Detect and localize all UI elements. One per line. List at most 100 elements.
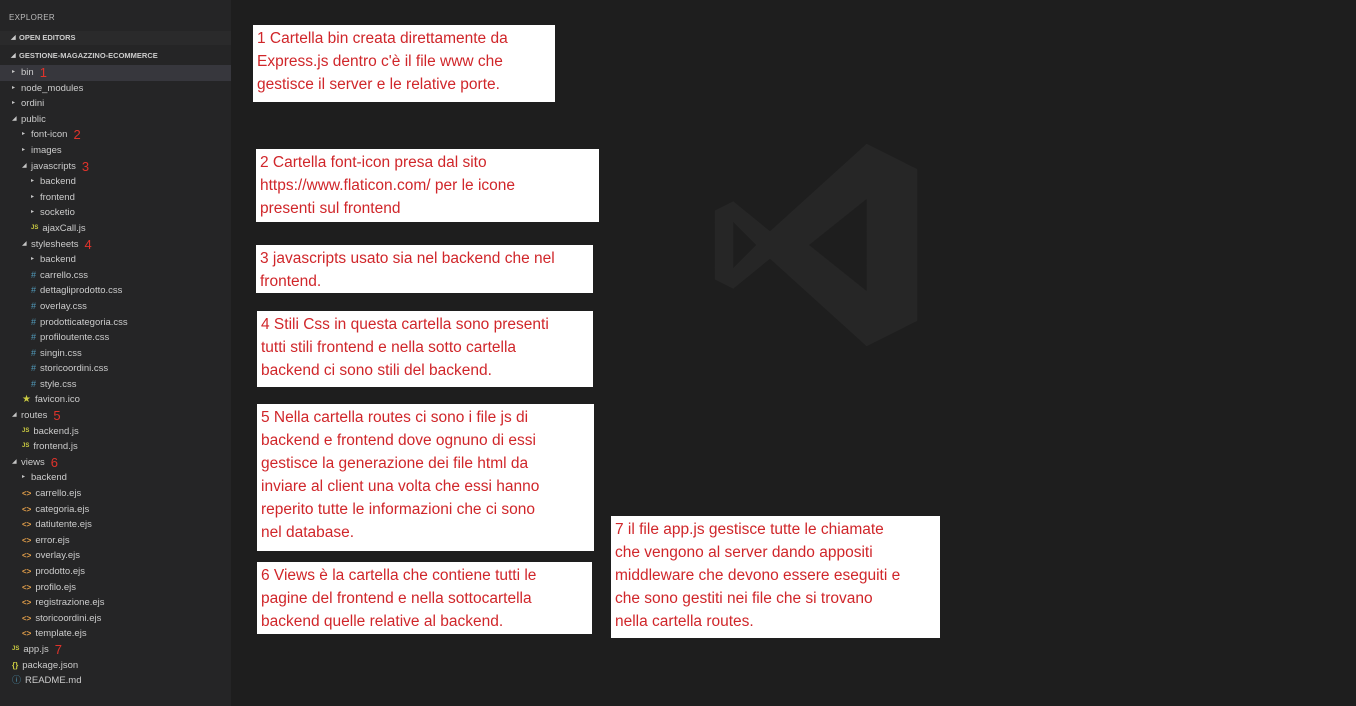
annotation-line: 3 javascripts usato sia nel backend che … <box>260 250 555 267</box>
tree-item[interactable]: ◢ routes 5 <box>0 408 231 424</box>
tree-item[interactable]: JS frontend.js <box>0 439 231 455</box>
ejs-file-icon: <> <box>22 535 32 545</box>
tree-item[interactable]: ◢ stylesheets 4 <box>0 237 231 253</box>
tree-item[interactable]: <> carrello.ejs <box>0 486 231 502</box>
explorer-title: EXPLORER <box>9 13 55 22</box>
tree-item[interactable]: ▸ backend <box>0 470 231 486</box>
tree-item-label: ordini <box>21 98 45 110</box>
tree-item[interactable]: ▸ backend <box>0 174 231 190</box>
tree-item-label: node_modules <box>21 82 84 94</box>
tree-item-label: registrazione.ejs <box>35 597 105 609</box>
tree-item[interactable]: # overlay.css <box>0 299 231 315</box>
css-file-icon: # <box>31 378 37 389</box>
css-file-icon: # <box>31 269 37 280</box>
tree-item-label: frontend.js <box>33 441 78 453</box>
info-file-icon: ⓘ <box>12 675 22 686</box>
tree-item[interactable]: # singin.css <box>0 346 231 362</box>
tree-item[interactable]: <> prodotto.ejs <box>0 564 231 580</box>
annotation-line: backend e frontend dove ognuno di essi <box>261 432 536 449</box>
annotation-line: pagine del frontend e nella sottocartell… <box>261 590 532 607</box>
annotation-number: 4 <box>84 236 92 252</box>
tree-item-label: javascripts <box>31 160 76 172</box>
annotation-number: 2 <box>73 127 81 143</box>
tree-item[interactable]: JS app.js 7 <box>0 642 231 658</box>
tree-item[interactable]: <> categoria.ejs <box>0 502 231 518</box>
chevron-right-icon: ▸ <box>22 146 26 153</box>
annotation-number: 5 <box>53 408 61 424</box>
tree-item-label: prodotto.ejs <box>35 566 85 577</box>
tree-item[interactable]: <> registrazione.ejs <box>0 595 231 611</box>
ejs-file-icon: <> <box>22 629 32 639</box>
tree-item-label: backend <box>40 254 76 266</box>
chevron-right-icon: ▸ <box>12 100 16 107</box>
chevron-down-icon: ◢ <box>12 458 17 465</box>
tree-item[interactable]: # storicoordini.css <box>0 361 231 377</box>
css-file-icon: # <box>31 316 37 327</box>
annotation-line: https://www.flaticon.com/ per le icone <box>260 177 516 194</box>
tree-item[interactable]: ★ favicon.ico <box>0 392 231 408</box>
tree-item-label: error.ejs <box>35 534 70 546</box>
tree-item-label: app.js <box>23 643 49 655</box>
annotation-line: middleware che devono essere eseguiti e <box>615 567 901 584</box>
tree-item[interactable]: ▸ frontend <box>0 190 231 206</box>
explorer-sidebar: EXPLORER ◢ OPEN EDITORS ◢ GESTIONE-MAGAZ… <box>0 0 231 706</box>
tree-item[interactable]: # dettagliprodotto.css <box>0 283 231 299</box>
tree-item-label: backend <box>40 176 76 188</box>
tree-item[interactable]: ▸ images <box>0 143 231 159</box>
annotation-line: 4 Stili Css in questa cartella sono pres… <box>261 316 549 333</box>
annotation-6: 6 Views è la cartella che contiene tutti… <box>257 562 592 634</box>
tree-item[interactable]: # prodotticategoria.css <box>0 315 231 331</box>
tree-item-label: bin <box>21 67 34 78</box>
tree-item[interactable]: JS ajaxCall.js <box>0 221 231 237</box>
chevron-down-icon: ◢ <box>12 115 17 122</box>
ejs-file-icon: <> <box>22 582 32 592</box>
tree-item[interactable]: ▸ ordini <box>0 96 231 112</box>
tree-item-label: README.md <box>25 675 82 687</box>
css-file-icon: # <box>31 332 37 343</box>
ejs-file-icon: <> <box>22 613 32 623</box>
tree-item[interactable]: {} package.json <box>0 658 231 674</box>
project-section[interactable]: ◢ GESTIONE-MAGAZZINO-ECOMMERCE <box>0 49 231 63</box>
tree-item[interactable]: # carrello.css <box>0 268 231 284</box>
vscode-logo-watermark <box>714 143 918 347</box>
tree-item[interactable]: # profiloutente.css <box>0 330 231 346</box>
tree-item-label: font-icon <box>31 129 68 141</box>
tree-item[interactable]: <> profilo.ejs <box>0 580 231 596</box>
annotation-line: frontend. <box>260 273 322 290</box>
tree-item[interactable]: <> storicoordini.ejs <box>0 611 231 627</box>
tree-item[interactable]: <> overlay.ejs <box>0 548 231 564</box>
tree-item-label: public <box>21 113 46 125</box>
tree-item[interactable]: ▸ font-icon 2 <box>0 127 231 143</box>
annotation-3: 3 javascripts usato sia nel backend che … <box>256 245 593 293</box>
tree-item-label: overlay.css <box>40 300 87 312</box>
ejs-file-icon: <> <box>22 567 32 576</box>
annotation-line: 6 Views è la cartella che contiene tutti… <box>261 567 537 584</box>
tree-item[interactable]: <> error.ejs <box>0 533 231 549</box>
annotation-2: 2 Cartella font-icon presa dal sito https… <box>256 149 599 222</box>
annotation-number: 3 <box>81 158 90 174</box>
tree-item[interactable]: ▸ socketio <box>0 205 231 221</box>
ejs-file-icon: <> <box>22 520 32 530</box>
tree-item[interactable]: ◢ views 6 <box>0 455 231 471</box>
tree-item[interactable]: <> datiutente.ejs <box>0 517 231 533</box>
chevron-right-icon: ▸ <box>22 474 26 481</box>
tree-item[interactable]: ▸ backend <box>0 252 231 268</box>
tree-item[interactable]: ⓘ README.md <box>0 673 231 689</box>
tree-item[interactable]: ▸ bin 1 <box>0 65 231 81</box>
annotation-line: nel database. <box>261 524 355 541</box>
annotation-number: 6 <box>50 454 58 470</box>
open-editors-section[interactable]: ◢ OPEN EDITORS <box>0 31 231 45</box>
tree-item[interactable]: ◢ public <box>0 112 231 128</box>
tree-item[interactable]: <> template.ejs <box>0 626 231 642</box>
tree-item-label: singin.css <box>40 347 82 359</box>
annotation-4: 4 Stili Css in questa cartella sono pres… <box>257 311 593 387</box>
tree-item[interactable]: JS backend.js <box>0 424 231 440</box>
tree-item-label: socketio <box>40 207 75 219</box>
chevron-right-icon: ▸ <box>31 178 35 185</box>
js-file-icon: JS <box>31 224 39 231</box>
tree-item-label: backend <box>31 472 67 484</box>
tree-item[interactable]: ◢ javascripts 3 <box>0 159 231 175</box>
js-file-icon: JS <box>12 645 20 652</box>
tree-item[interactable]: ▸ node_modules <box>0 81 231 97</box>
tree-item[interactable]: # style.css <box>0 377 231 393</box>
